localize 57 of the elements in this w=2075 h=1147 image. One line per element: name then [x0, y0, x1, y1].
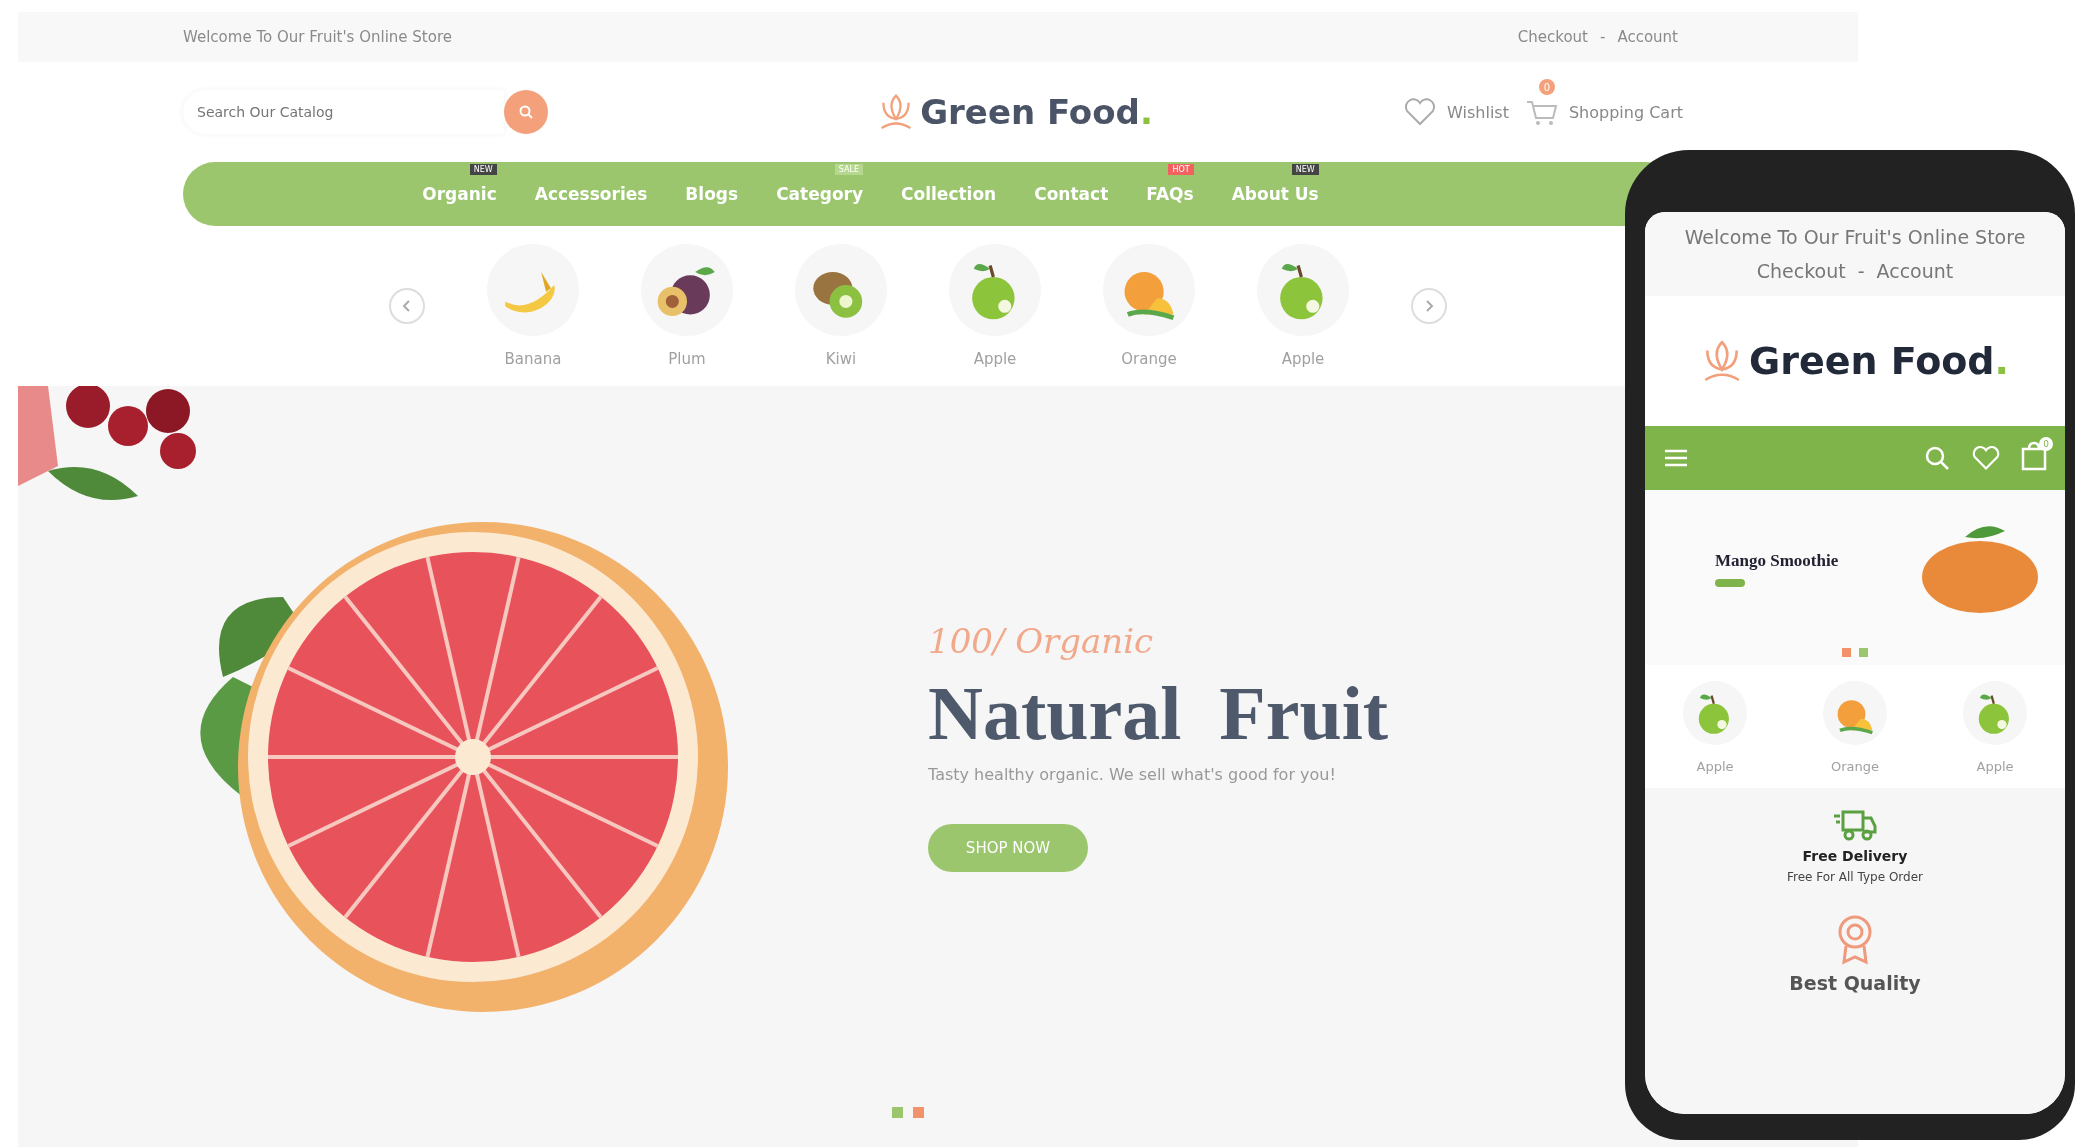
feature-title: Free Delivery: [1802, 848, 1908, 864]
search-field[interactable]: Search Our Catalog: [183, 90, 504, 134]
category-label[interactable]: Banana: [504, 350, 562, 368]
hero-tagline: Tasty healthy organic. We sell what's good for you!: [928, 765, 1337, 784]
checkout-link[interactable]: Checkout: [1517, 28, 1588, 46]
logo-text[interactable]: Green Food.: [920, 92, 1153, 132]
welcome-text: Welcome To Our Fruit's Online Store: [1684, 226, 2026, 248]
shopping-bag-icon[interactable]: [2021, 441, 2047, 471]
search-icon: [518, 104, 534, 120]
hero-title: Natural Fruit: [928, 675, 1389, 751]
cart-count-badge: 0: [2039, 437, 2053, 451]
nav-badge: SALE: [834, 164, 864, 175]
chevron-left-icon: [402, 300, 412, 312]
shopping-cart-link[interactable]: Shopping Cart: [1568, 102, 1683, 122]
category-label[interactable]: Orange: [1121, 350, 1177, 368]
category-label[interactable]: Apple: [973, 350, 1017, 368]
nav-link[interactable]: Accessories: [534, 184, 648, 204]
previous-arrow-button[interactable]: [389, 288, 425, 324]
nav-link[interactable]: FAQs: [1146, 184, 1194, 204]
separator-text: -: [1600, 28, 1606, 46]
cart-count-badge: 0: [1538, 79, 1555, 95]
hero-kicker: 100/ Organic: [928, 621, 1155, 661]
logo-text[interactable]: Green Food.: [1749, 339, 2009, 383]
nav-link[interactable]: Organic: [422, 184, 497, 204]
account-link[interactable]: Account: [1876, 260, 1954, 282]
category-label[interactable]: Orange: [1830, 759, 1879, 774]
nav-link[interactable]: About Us: [1231, 184, 1319, 204]
heart-icon[interactable]: [1971, 445, 2001, 471]
category-label[interactable]: Plum: [668, 350, 706, 368]
truck-icon: [1833, 808, 1877, 842]
welcome-text: Welcome To Our Fruit's Online Store: [183, 28, 452, 46]
category-label[interactable]: Apple: [1976, 759, 2014, 774]
menu-icon[interactable]: [1663, 448, 1689, 468]
nav-link[interactable]: Blogs: [685, 184, 739, 204]
shop-now-button[interactable]: SHOP NOW: [928, 824, 1088, 872]
nav-badge: HOT: [1168, 164, 1194, 175]
slide-title: Mango Smoothie: [1715, 551, 1839, 570]
separator-text: -: [1857, 260, 1865, 282]
feature-subtitle: Free For All Type Order: [1787, 870, 1923, 884]
slide-button[interactable]: [1715, 579, 1745, 587]
feature-title: Best Quality: [1789, 972, 1921, 994]
account-link[interactable]: Account: [1617, 28, 1678, 46]
wishlist-link[interactable]: Wishlist: [1447, 102, 1509, 122]
heart-icon[interactable]: [1403, 97, 1438, 127]
search-button[interactable]: [504, 90, 548, 134]
nav-link[interactable]: Category: [776, 184, 864, 204]
chevron-right-icon: [1424, 300, 1434, 312]
category-label[interactable]: Apple: [1696, 759, 1734, 774]
nav-badge: NEW: [469, 164, 497, 175]
nav-link[interactable]: Collection: [901, 184, 997, 204]
category-label[interactable]: Kiwi: [825, 350, 857, 368]
nav-badge: NEW: [1291, 164, 1319, 175]
checkout-link[interactable]: Checkout: [1756, 260, 1846, 282]
search-icon[interactable]: [1923, 444, 1951, 472]
nav-link[interactable]: Contact: [1034, 184, 1109, 204]
next-arrow-button[interactable]: [1411, 288, 1447, 324]
category-label[interactable]: Apple: [1281, 350, 1325, 368]
